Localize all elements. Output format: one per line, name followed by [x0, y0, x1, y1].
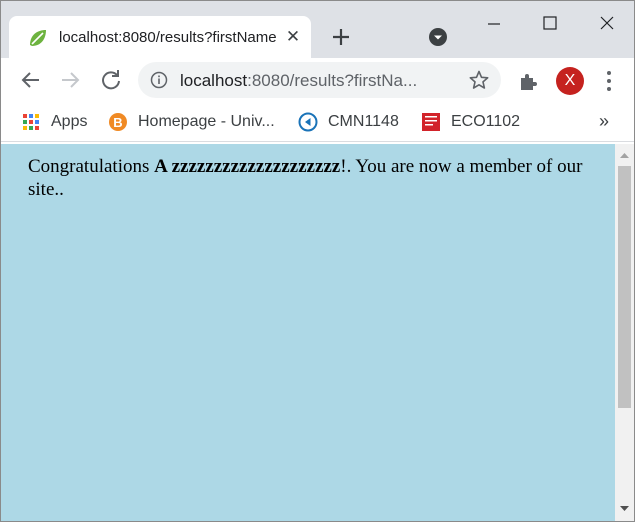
maximize-icon[interactable] — [535, 11, 565, 37]
message-prefix: Congratulations — [28, 156, 155, 177]
b-logo-icon: B — [109, 113, 127, 131]
congratulations-message: Congratulations A zzzzzzzzzzzzzzzzzzzz!.… — [28, 155, 598, 201]
profile-avatar[interactable]: X — [556, 67, 584, 95]
tab-strip: localhost:8080/results?firstName=A&lastN… — [1, 1, 634, 58]
scroll-up-arrow-icon[interactable] — [615, 148, 634, 162]
bookmark-star-icon[interactable] — [468, 69, 490, 91]
bookmarks-bar: Apps B Homepage - Univ... CMN1148 ECO110… — [1, 103, 634, 142]
bookmark-cmn1148[interactable]: CMN1148 — [298, 110, 408, 134]
bookmarks-overflow-chevron-icon[interactable]: » — [599, 110, 615, 134]
mcgraw-hill-icon — [422, 113, 440, 131]
reload-icon[interactable] — [97, 66, 125, 94]
last-name: zzzzzzzzzzzzzzzzzzzz — [171, 156, 341, 177]
bookmark-label: ECO1102 — [451, 113, 521, 130]
extensions-puzzle-icon[interactable] — [517, 69, 541, 93]
page-viewport: Congratulations A zzzzzzzzzzzzzzzzzzzz!.… — [1, 144, 615, 521]
new-tab-plus-icon[interactable] — [328, 24, 354, 50]
apps-grid-icon — [23, 114, 39, 130]
browser-menu-icon[interactable] — [599, 67, 619, 95]
address-bar[interactable]: localhost:8080/results?firstNa... — [138, 62, 501, 98]
tab-active[interactable]: localhost:8080/results?firstName=A&lastN… — [9, 16, 311, 58]
play-circle-icon — [298, 112, 318, 132]
back-arrow-icon[interactable] — [17, 66, 45, 94]
bookmark-homepage[interactable]: B Homepage - Univ... — [108, 110, 283, 134]
tab-search-dropdown-icon[interactable] — [426, 25, 450, 49]
url-host: localhost — [180, 71, 248, 90]
svg-text:B: B — [113, 115, 122, 130]
forward-arrow-icon[interactable] — [56, 66, 84, 94]
site-info-icon[interactable] — [150, 71, 168, 89]
tab-title: localhost:8080/results?firstName=A&lastN… — [59, 29, 277, 46]
vertical-scrollbar[interactable] — [615, 144, 634, 521]
bookmark-apps[interactable]: Apps — [21, 110, 93, 134]
scroll-down-arrow-icon[interactable] — [615, 502, 634, 516]
url-path: :8080/results?firstNa... — [247, 71, 418, 90]
first-name: A — [154, 156, 167, 177]
url-text[interactable]: localhost:8080/results?firstNa... — [180, 70, 446, 92]
minimize-icon[interactable] — [479, 11, 509, 37]
bookmark-eco1102[interactable]: ECO1102 — [421, 110, 521, 134]
scrollbar-thumb[interactable] — [618, 166, 631, 408]
bookmark-label: Apps — [51, 113, 88, 130]
spring-leaf-icon — [30, 30, 46, 46]
bookmark-label: CMN1148 — [328, 113, 399, 130]
bookmark-label: Homepage - Univ... — [138, 113, 275, 130]
window-close-icon[interactable] — [592, 11, 622, 37]
tab-close-icon[interactable]: ✕ — [284, 28, 302, 46]
browser-window: localhost:8080/results?firstName=A&lastN… — [0, 0, 635, 522]
